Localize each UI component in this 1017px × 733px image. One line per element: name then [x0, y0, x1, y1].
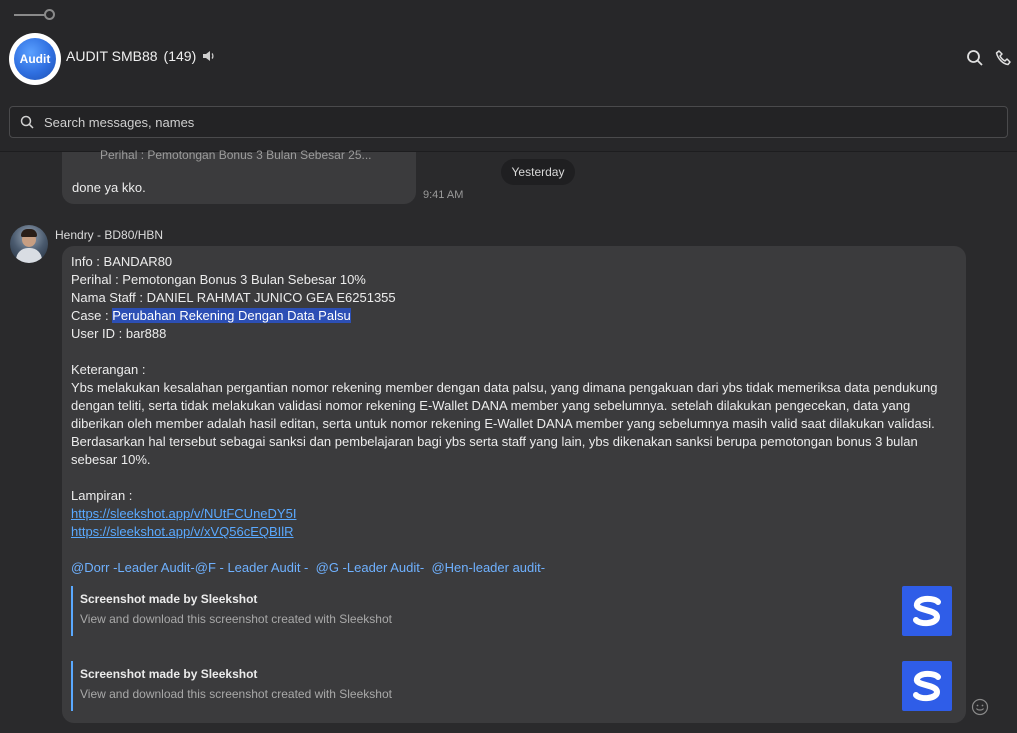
message-bubble[interactable]: Info : BANDAR80 Perihal : Pemotongan Bon…: [62, 246, 966, 723]
group-avatar[interactable]: Audit: [9, 33, 61, 85]
msg-line-case: Case : Perubahan Rekening Dengan Data Pa…: [71, 307, 961, 325]
mentions-line: @Dorr -Leader Audit-@F - Leader Audit - …: [71, 559, 961, 577]
message-timestamp: 9:41 AM: [423, 189, 464, 201]
sender-avatar[interactable]: [10, 225, 48, 263]
preview-title: Screenshot made by Sleekshot: [80, 667, 258, 681]
date-separator: Yesterday: [501, 159, 575, 185]
msg-line-keterangan-3: diberikan oleh member adalah hasil edita…: [71, 416, 935, 431]
previous-message-bubble[interactable]: Perihal : Pemotongan Bonus 3 Bulan Sebes…: [62, 148, 416, 204]
search-icon[interactable]: [966, 49, 984, 67]
zoom-slider-handle[interactable]: [44, 9, 55, 20]
attachment-link-1[interactable]: https://sleekshot.app/v/NUtFCUneDY5I: [71, 506, 296, 521]
msg-line-keterangan-1: Ybs melakukan kesalahan pergantian nomor…: [71, 380, 938, 395]
reply-quote[interactable]: Perihal : Pemotongan Bonus 3 Bulan Sebes…: [100, 148, 400, 162]
mention-hen[interactable]: @Hen-leader audit-: [431, 560, 545, 575]
preview-description: View and download this screenshot create…: [80, 612, 392, 626]
msg-line-user-id: User ID : bar888: [71, 326, 167, 341]
group-name: AUDIT SMB88: [66, 48, 158, 64]
preview-title: Screenshot made by Sleekshot: [80, 592, 258, 606]
mention-g[interactable]: @G -Leader Audit-: [316, 560, 425, 575]
chat-header: Audit AUDIT SMB88 (149): [0, 0, 1017, 152]
group-title[interactable]: AUDIT SMB88 (149): [66, 48, 216, 64]
message-body: Info : BANDAR80 Perihal : Pemotongan Bon…: [71, 253, 961, 577]
msg-line-keterangan-5: sebesar 10%.: [71, 452, 151, 467]
msg-line-perihal: Perihal : Pemotongan Bonus 3 Bulan Sebes…: [71, 272, 366, 287]
previous-message-text: done ya kko.: [72, 180, 146, 195]
sleekshot-logo-icon[interactable]: [902, 661, 952, 711]
member-count: (149): [163, 48, 197, 64]
mention-dorr[interactable]: @Dorr -Leader Audit-: [71, 560, 195, 575]
search-bar[interactable]: [9, 106, 1008, 138]
link-line-2: https://sleekshot.app/v/xVQ56cEQBIlR: [71, 523, 961, 541]
link-line-1: https://sleekshot.app/v/NUtFCUneDY5I: [71, 505, 961, 523]
phone-icon[interactable]: [995, 49, 1013, 67]
msg-line-info: Info : BANDAR80: [71, 254, 173, 269]
sender-name[interactable]: Hendry - BD80/HBN: [55, 228, 163, 242]
case-value-selected: Perubahan Rekening Dengan Data Palsu: [112, 308, 351, 323]
msg-line-keterangan-label: Keterangan :: [71, 362, 146, 377]
link-preview-1[interactable]: Screenshot made by Sleekshot View and do…: [71, 586, 952, 636]
speaker-icon: [203, 51, 214, 61]
emoji-reaction-icon[interactable]: [971, 698, 989, 716]
link-preview-2[interactable]: Screenshot made by Sleekshot View and do…: [71, 661, 952, 711]
sleekshot-logo-icon[interactable]: [902, 586, 952, 636]
search-field-icon: [20, 115, 34, 129]
msg-line-keterangan-4: Berdasarkan hal tersebut sebagai sanksi …: [71, 434, 918, 449]
msg-line-keterangan-2: dengan teliti, serta tidak melakukan val…: [71, 398, 911, 413]
mention-f[interactable]: @F - Leader Audit -: [195, 560, 309, 575]
msg-line-nama-staff: Nama Staff : DANIEL RAHMAT JUNICO GEA E6…: [71, 290, 396, 305]
msg-line-lampiran-label: Lampiran :: [71, 488, 133, 503]
search-input[interactable]: [44, 114, 944, 130]
attachment-link-2[interactable]: https://sleekshot.app/v/xVQ56cEQBIlR: [71, 524, 294, 539]
group-avatar-label: Audit: [14, 38, 56, 80]
zoom-slider-track[interactable]: [14, 14, 46, 16]
preview-description: View and download this screenshot create…: [80, 687, 392, 701]
case-label: Case :: [71, 308, 113, 323]
